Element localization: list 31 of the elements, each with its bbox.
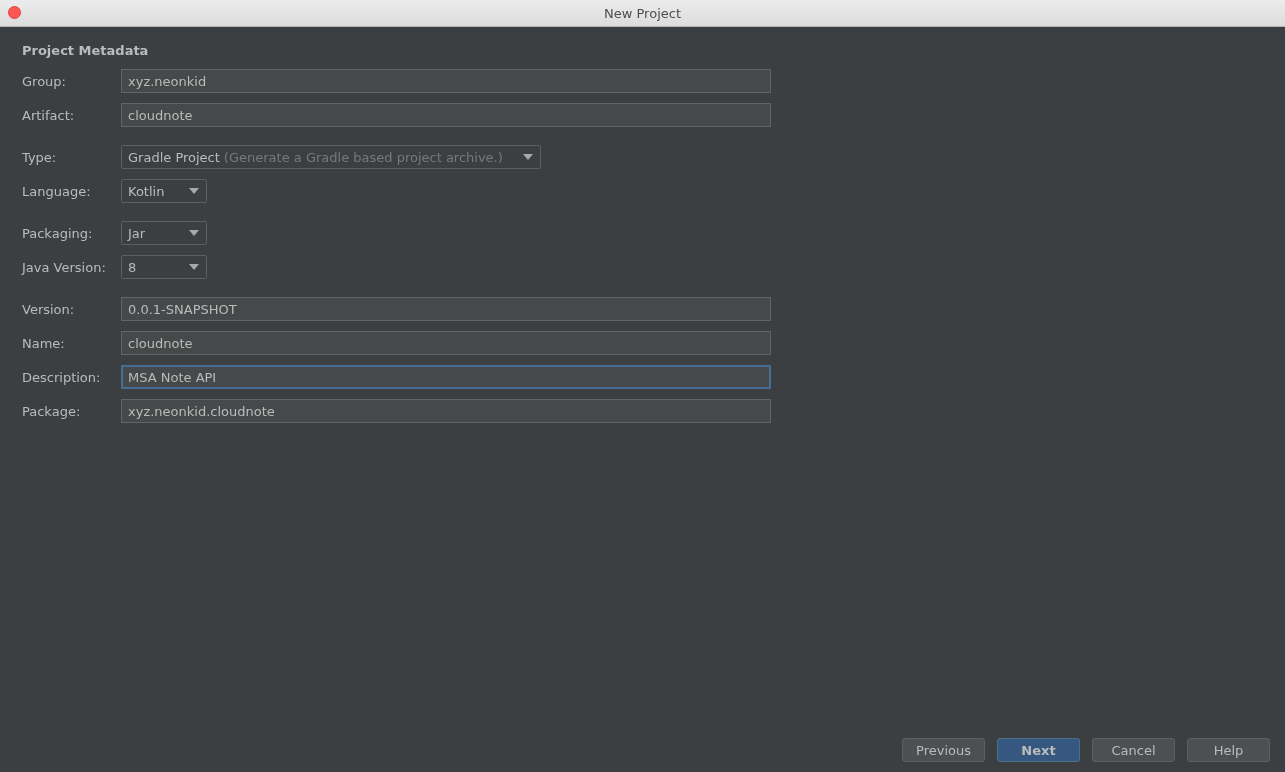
dialog-button[interactable]: Next [997, 738, 1080, 762]
text-field[interactable]: xyz.neonkid.cloudnote [121, 399, 771, 423]
dialog-button[interactable]: Cancel [1092, 738, 1175, 762]
field-label: Description: [22, 369, 102, 385]
dropdown[interactable]: Gradle Project (Generate a Gradle based project archive.) [121, 145, 541, 169]
caret-icon [523, 154, 533, 160]
dropdown[interactable]: Kotlin [121, 179, 207, 203]
dialog-button[interactable]: Previous [902, 738, 985, 762]
section-title: Project Metadata [22, 43, 150, 58]
text-field[interactable]: xyz.neonkid [121, 69, 771, 93]
text-field[interactable]: cloudnote [121, 103, 771, 127]
field-label: Version: [22, 301, 76, 317]
field-label: Type: [22, 149, 58, 165]
field-label: Name: [22, 335, 66, 351]
text-field[interactable]: cloudnote [121, 331, 771, 355]
window-title: New Project [604, 5, 681, 21]
text-field[interactable]: MSA Note API [121, 365, 771, 389]
field-label: Artifact: [22, 107, 76, 123]
field-label: Java Version: [22, 259, 107, 275]
caret-icon [189, 188, 199, 194]
dropdown[interactable]: 8 [121, 255, 207, 279]
caret-icon [189, 264, 199, 270]
dropdown[interactable]: Jar [121, 221, 207, 245]
field-label: Group: [22, 73, 67, 89]
text-field[interactable]: 0.0.1-SNAPSHOT [121, 297, 771, 321]
dialog-button[interactable]: Help [1187, 738, 1270, 762]
close-icon[interactable] [8, 6, 21, 19]
field-label: Package: [22, 403, 82, 419]
field-label: Language: [22, 183, 92, 199]
caret-icon [189, 230, 199, 236]
field-label: Packaging: [22, 225, 94, 241]
